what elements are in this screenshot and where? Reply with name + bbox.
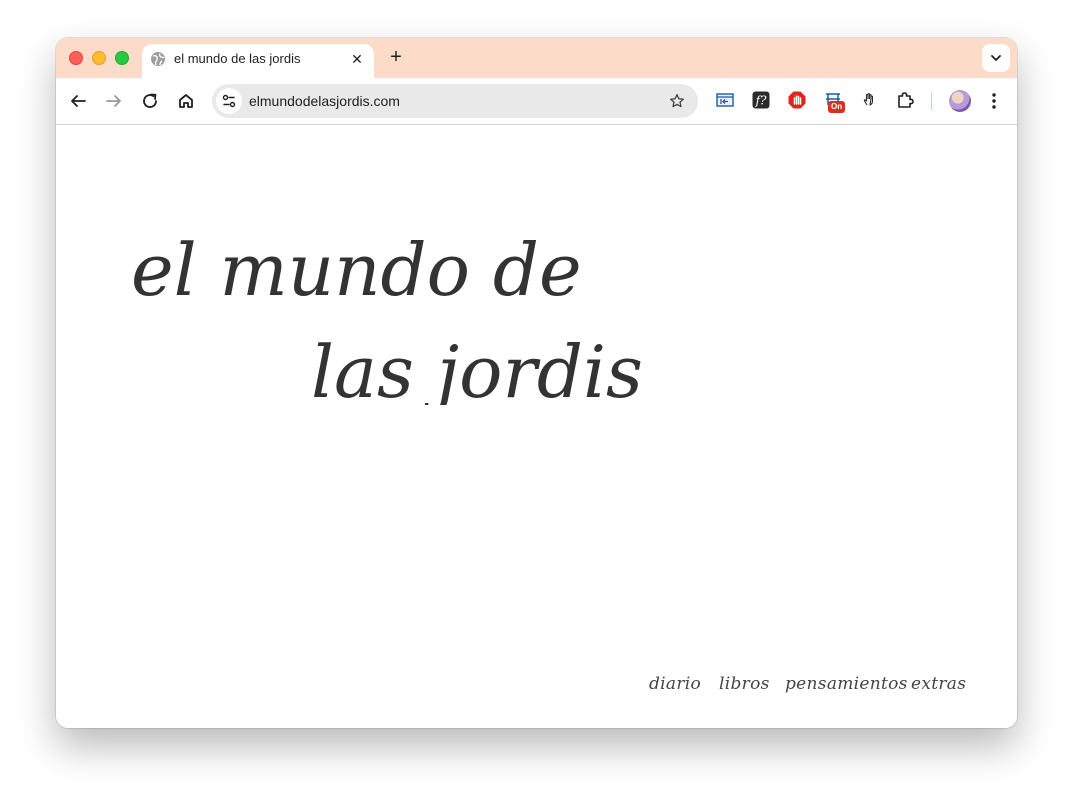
star-icon[interactable] (668, 92, 686, 110)
toolbar: elmundodelasjordis.com f? On (56, 78, 1017, 125)
arrow-right-icon[interactable] (102, 89, 126, 113)
nav-link-pensamientos[interactable]: pensamientos (785, 674, 908, 694)
extension-badge: On (828, 101, 846, 113)
arrow-left-icon[interactable] (66, 89, 90, 113)
browser-window: el mundo de las jordis ✕ + elmundodelasj… (56, 38, 1017, 728)
nav-link-libros[interactable]: libros (719, 674, 770, 694)
close-window-button[interactable] (69, 51, 83, 65)
url-text[interactable]: elmundodelasjordis.com (249, 93, 400, 109)
logo-line-2: las jordis (311, 330, 643, 405)
chevron-down-icon (991, 55, 1001, 61)
dictionary-extension[interactable]: On (823, 90, 846, 113)
profile-avatar[interactable] (949, 90, 971, 112)
desktop: el mundo de las jordis ✕ + elmundodelasj… (0, 0, 1073, 802)
kebab-menu-icon[interactable] (986, 89, 1002, 113)
web-page: el mundo de las jordis diario libros pen… (56, 125, 1017, 728)
tab-close-button[interactable]: ✕ (348, 50, 366, 68)
new-tab-button[interactable]: + (384, 46, 408, 70)
puzzle-icon[interactable] (895, 90, 915, 110)
hand-cursor-extension-icon[interactable] (859, 90, 879, 110)
tab-active[interactable]: el mundo de las jordis ✕ (142, 44, 374, 78)
minimize-window-button[interactable] (92, 51, 106, 65)
svg-text:f?: f? (755, 94, 767, 108)
toolbar-separator (931, 92, 932, 110)
adblock-extension-icon[interactable] (787, 90, 807, 110)
address-bar[interactable]: elmundodelasjordis.com (212, 84, 698, 118)
home-icon[interactable] (174, 89, 198, 113)
tab-strip: el mundo de las jordis ✕ + (56, 38, 1017, 78)
tune-icon (222, 94, 236, 108)
nav-link-diario[interactable]: diario (649, 674, 701, 694)
site-info-button[interactable] (216, 88, 242, 114)
formula-extension-icon[interactable]: f? (751, 90, 771, 110)
tab-search-button[interactable] (982, 44, 1010, 72)
tab-title: el mundo de las jordis (174, 51, 301, 66)
site-logo[interactable]: el mundo de las jordis (126, 165, 646, 405)
globe-icon (151, 52, 165, 66)
site-nav: diario libros pensamientos extras (649, 674, 969, 700)
logo-line-1: el mundo de (131, 228, 582, 312)
reload-icon[interactable] (138, 89, 162, 113)
maximize-window-button[interactable] (115, 51, 129, 65)
reader-extension-icon[interactable] (715, 90, 735, 110)
nav-link-extras[interactable]: extras (911, 674, 966, 694)
